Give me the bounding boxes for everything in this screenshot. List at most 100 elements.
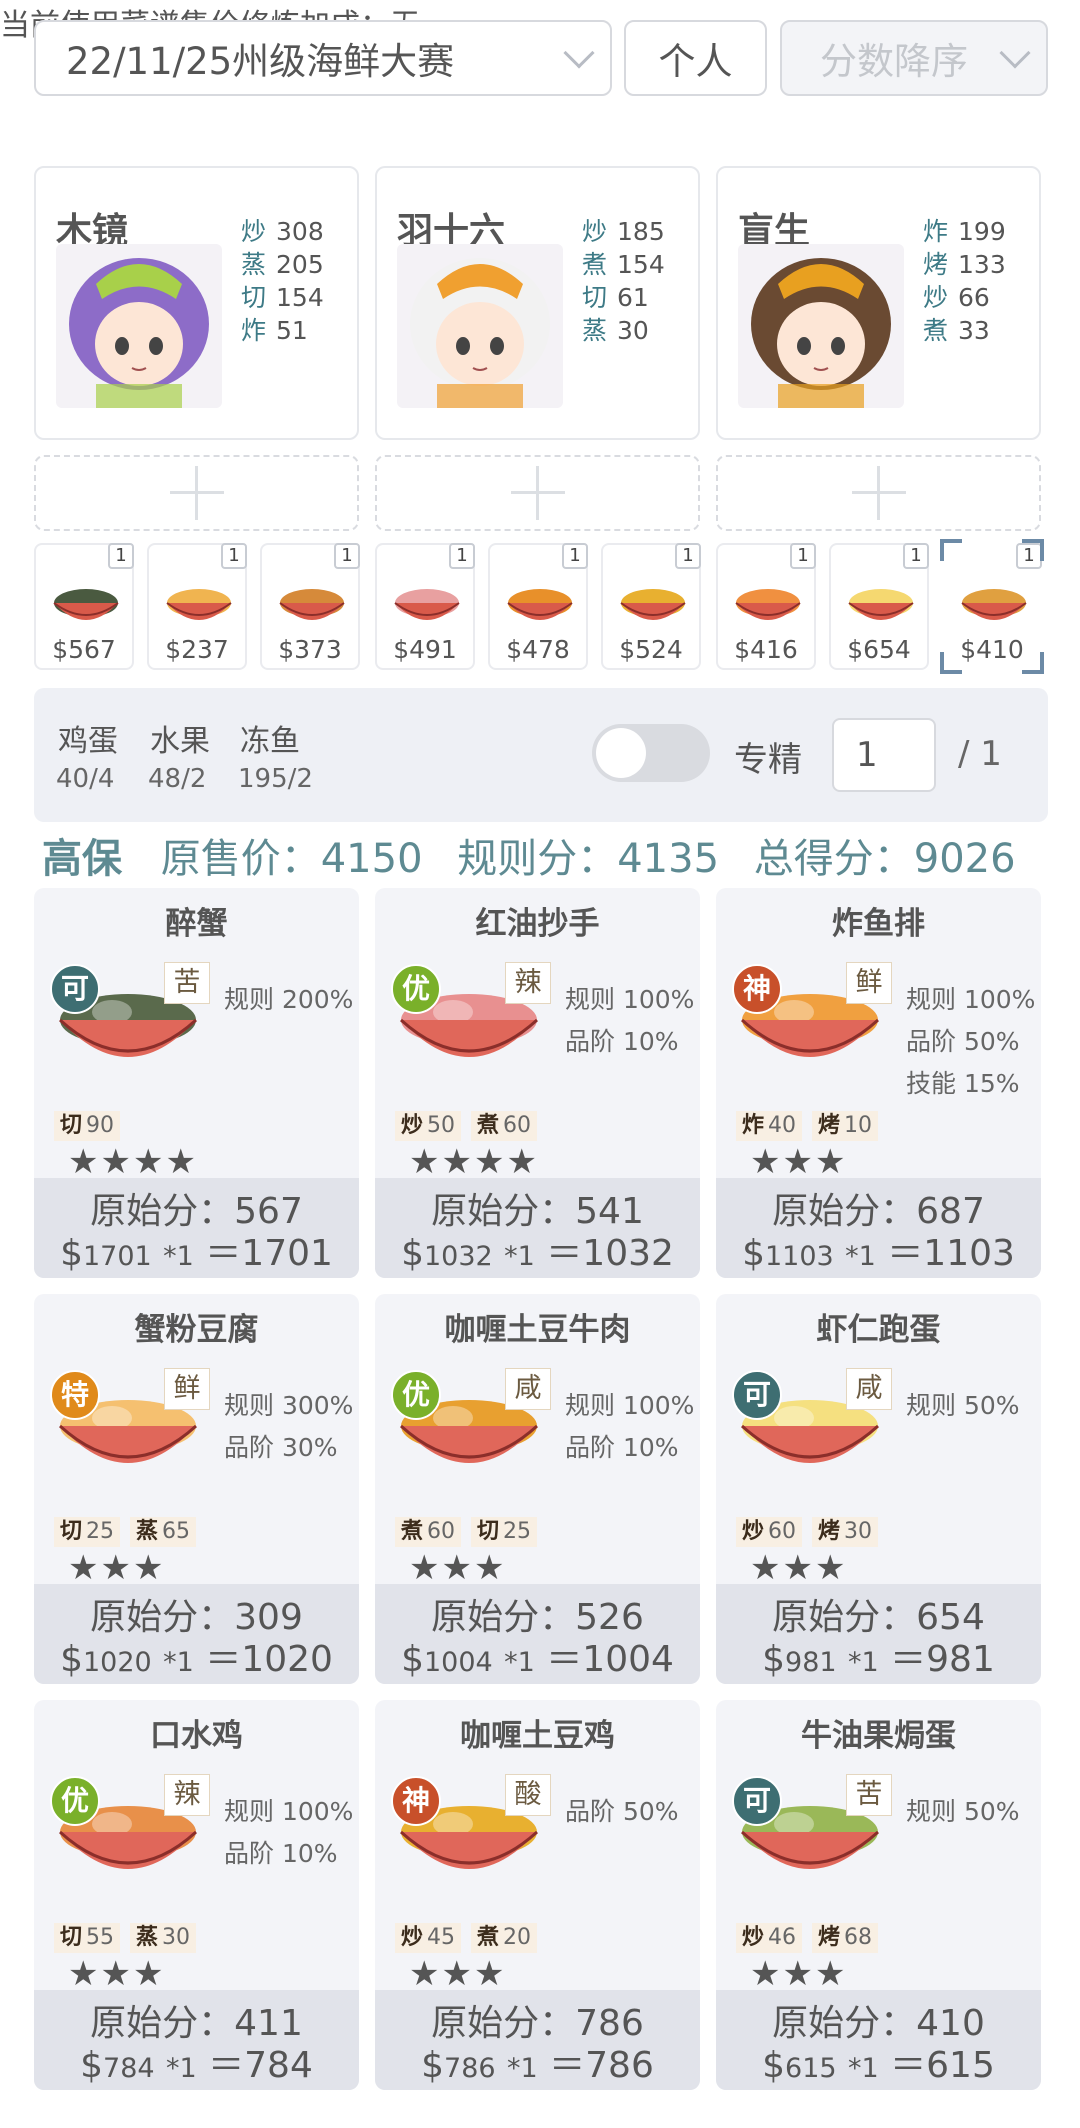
specialization-toggle[interactable]: [592, 724, 710, 782]
dish-card[interactable]: 虾仁跑蛋 可 咸规则 50% 炒 60 烤 30 ★★★ 原始分：654 $981 *1…: [716, 1294, 1041, 1684]
skill-requirements: 切 25 蒸 65: [54, 1517, 197, 1547]
recipe-slot[interactable]: 1 $416: [716, 543, 816, 670]
chef-skill: 烤 133: [923, 250, 1006, 279]
chef-skill: 炒 66: [923, 283, 990, 312]
dish-card[interactable]: 咖喱土豆牛肉 优 咸规则 100% 品阶 10% 煮 60 切 25 ★★★ 原始分：52…: [375, 1294, 700, 1684]
chef-avatar: [397, 244, 563, 408]
recipe-slot[interactable]: 1 $478: [488, 543, 588, 670]
chef-skill: 煮 33: [923, 316, 990, 345]
recipe-slot[interactable]: 1 $410: [940, 539, 1044, 674]
dish-icon: [166, 589, 232, 620]
skill-requirement: 炒 60: [736, 1517, 803, 1547]
dish-icon: [279, 589, 345, 620]
price-calc: $981 *1 ＝981: [762, 1639, 995, 1680]
chef-card[interactable]: 羽十六 炒 185 煮 154 切 61 蒸 30: [375, 166, 700, 440]
skill-requirement: 蒸 30: [130, 1923, 197, 1953]
ingredient-name: 冻鱼: [240, 724, 300, 759]
dish-icon: [53, 589, 119, 620]
flavor-tag: 酸: [505, 1774, 551, 1816]
chevron-down-icon: [563, 37, 595, 69]
skill-requirement: 切 25: [54, 1517, 121, 1547]
ingredient-name: 鸡蛋: [58, 724, 118, 759]
chef-skill: 切 154: [241, 283, 324, 312]
dish-card[interactable]: 口水鸡 优 辣规则 100% 品阶 10% 切 55 蒸 30 ★★★ 原始分：411 $…: [34, 1700, 359, 2090]
price-calc: $1004 *1 ＝1004: [401, 1639, 674, 1680]
chef-skill: 蒸 205: [241, 250, 324, 279]
recipe-slot[interactable]: 1 $567: [34, 543, 134, 670]
score-footer: 原始分：309 $1020 *1 ＝1020: [34, 1584, 359, 1684]
add-chef-slot-2[interactable]: [375, 455, 700, 531]
chef-card[interactable]: 盲生 炸 199 烤 133 炒 66 煮 33: [716, 166, 1041, 440]
score-footer: 原始分：410 $615 *1 ＝615: [716, 1990, 1041, 2090]
recipe-slot[interactable]: 1 $491: [375, 543, 475, 670]
chef-skill: 蒸 30: [582, 316, 649, 345]
dish-icon: [507, 589, 573, 620]
dish-price: $478: [506, 635, 570, 664]
recipe-slot[interactable]: 1 $237: [147, 543, 247, 670]
skill-requirements: 切 90: [54, 1111, 121, 1141]
skill-requirements: 炒 50 煮 60: [395, 1111, 538, 1141]
dish-card[interactable]: 蟹粉豆腐 特 鲜规则 300% 品阶 30% 切 25 蒸 65 ★★★ 原始分：309 …: [34, 1294, 359, 1684]
dish-card[interactable]: 炸鱼排 神 鲜规则 100% 品阶 50% 技能 15% 炸 40 烤 10 ★★★ 原始分…: [716, 888, 1041, 1278]
selection-corner: [940, 539, 962, 561]
rule-bonus: 技能 15%: [906, 1069, 1020, 1098]
recipe-slot[interactable]: 1 $524: [601, 543, 701, 670]
chef-skill: 炒 185: [582, 217, 665, 246]
rule-bonus: 品阶 30%: [224, 1433, 338, 1462]
add-chef-slot-3[interactable]: [716, 455, 1041, 531]
skill-requirement: 炒 45: [395, 1923, 462, 1953]
specialization-input[interactable]: 1: [832, 718, 936, 792]
rule-bonus: 品阶 10%: [565, 1433, 679, 1462]
score-footer: 原始分：654 $981 *1 ＝981: [716, 1584, 1041, 1684]
dish-price: $416: [734, 635, 798, 664]
chef-skill: 炸 199: [923, 217, 1006, 246]
chevron-down-icon: [999, 37, 1031, 69]
rule-bonus: 规则 100%: [224, 1797, 354, 1826]
contest-select[interactable]: 22/11/25州级海鲜大赛: [34, 20, 612, 96]
quantity-badge: 1: [449, 543, 475, 569]
score-level: 高保: [42, 835, 122, 882]
dish-price: $654: [847, 635, 911, 664]
chef-card[interactable]: 木镜 炒 308 蒸 205 切 154 炸 51: [34, 166, 359, 440]
quantity-badge: 1: [562, 543, 588, 569]
price-calc: $786 *1 ＝786: [421, 2045, 654, 2086]
person-button[interactable]: 个人: [624, 20, 767, 96]
dish-card[interactable]: 醉蟹 可 苦规则 200% 切 90 ★★★★ 原始分：567 $1701 *1 ＝…: [34, 888, 359, 1278]
rule-bonus: 规则 50%: [906, 1797, 1020, 1826]
grade-badge: 神: [391, 1776, 441, 1826]
rule-score: 规则分：4135: [457, 836, 720, 882]
recipe-slot[interactable]: 1 $373: [260, 543, 360, 670]
rule-bonus: 规则 200%: [224, 985, 354, 1014]
total-score: 总得分：9026: [753, 836, 1016, 882]
price-calc: $1020 *1 ＝1020: [60, 1639, 333, 1680]
dish-price: $567: [52, 635, 116, 664]
rule-bonus: 规则 50%: [906, 1391, 1020, 1420]
selection-corner: [940, 652, 962, 674]
dish-title: 醉蟹: [165, 906, 228, 942]
grade-badge: 优: [391, 964, 441, 1014]
flavor-tag: 咸: [505, 1368, 551, 1410]
flavor-tag: 鲜: [164, 1368, 210, 1410]
rule-bonus: 规则 100%: [565, 1391, 695, 1420]
chef-skill: 煮 154: [582, 250, 665, 279]
dish-icon: [620, 589, 686, 620]
dish-card[interactable]: 咖喱土豆鸡 神 酸品阶 50% 炒 45 煮 20 ★★★ 原始分：786 $786 *…: [375, 1700, 700, 2090]
star-rating: ★★★: [68, 1548, 166, 1588]
star-rating: ★★★: [409, 1954, 507, 1994]
dish-price: $373: [278, 635, 342, 664]
star-rating: ★★★: [750, 1142, 848, 1182]
add-chef-slot-1[interactable]: [34, 455, 359, 531]
dish-card[interactable]: 红油抄手 优 辣规则 100% 品阶 10% 炒 50 煮 60 ★★★★ 原始分：541…: [375, 888, 700, 1278]
rule-bonus: 规则 100%: [565, 985, 695, 1014]
skill-requirement: 烤 68: [812, 1923, 879, 1953]
grade-badge: 优: [391, 1370, 441, 1420]
score-footer: 原始分：567 $1701 *1 ＝1701: [34, 1178, 359, 1278]
dish-icon: [735, 589, 801, 620]
dish-card[interactable]: 牛油果焗蛋 可 苦规则 50% 炒 46 烤 68 ★★★ 原始分：410 $615 *…: [716, 1700, 1041, 2090]
skill-requirements: 切 55 蒸 30: [54, 1923, 197, 1953]
recipe-slot[interactable]: 1 $654: [829, 543, 929, 670]
sort-select[interactable]: 分数降序: [780, 20, 1048, 96]
dish-price: $491: [393, 635, 457, 664]
skill-requirements: 炸 40 烤 10: [736, 1111, 879, 1141]
ingredient-panel: 鸡蛋 40/4 水果 48/2 冻鱼 195/2 专精 1 / 1: [34, 688, 1048, 822]
